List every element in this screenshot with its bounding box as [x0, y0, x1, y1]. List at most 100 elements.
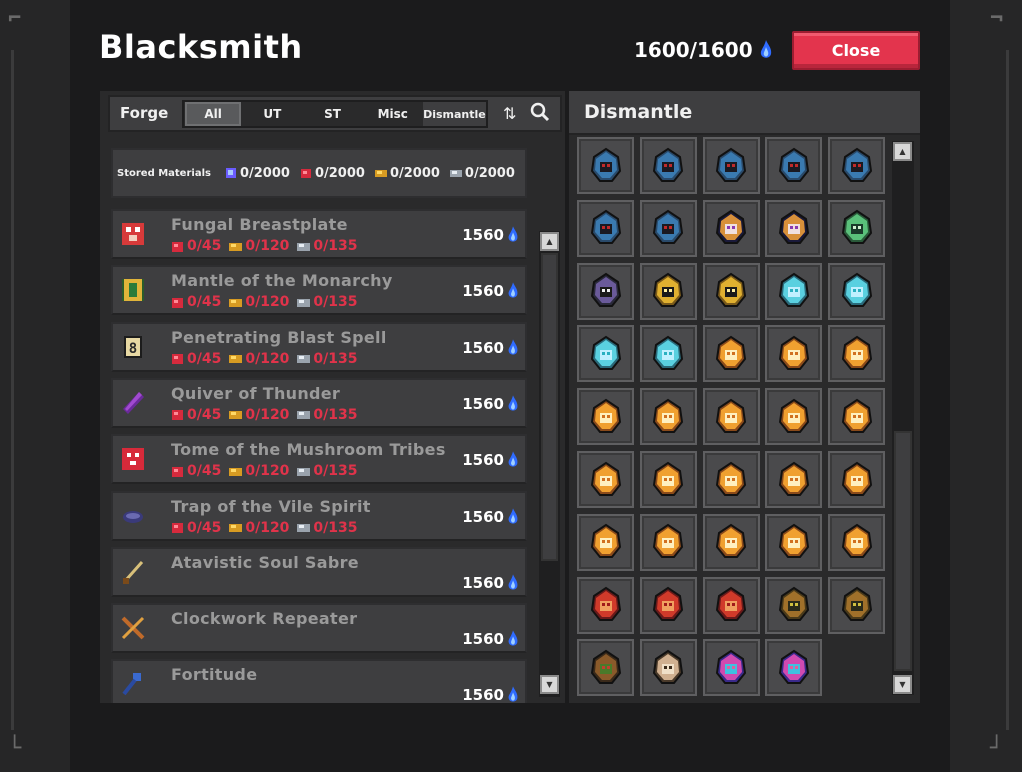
recipe-row[interactable]: Fungal Breastplate 0/45 0/120 0/135 1560 [111, 209, 527, 259]
recipe-row[interactable]: Mantle of the Monarchy 0/45 0/120 0/135 1560 [111, 265, 527, 316]
cyan-cross-icon [653, 335, 684, 370]
red-ore-icon [300, 169, 311, 178]
dismantle-slot[interactable] [702, 262, 760, 320]
scroll-up-button[interactable]: ▲ [540, 232, 559, 251]
scroll-thumb[interactable] [541, 253, 558, 561]
recipe-row[interactable]: Clockwork Repeater 1560 [111, 603, 527, 654]
orange-egg-icon [841, 461, 872, 496]
dismantle-slot[interactable] [577, 262, 634, 320]
requirement-value: 0/135 [313, 294, 358, 311]
recipe-row[interactable]: Trap of the Vile Spirit 0/45 0/120 0/135 156… [111, 490, 527, 541]
dismantle-slot[interactable] [765, 388, 823, 446]
dismantle-slot[interactable] [828, 388, 886, 446]
dismantle-slot[interactable] [639, 262, 697, 320]
dismantle-slot[interactable] [577, 137, 634, 194]
dismantle-slot[interactable] [702, 639, 760, 697]
rainbow-egg-icon [716, 649, 747, 684]
corner-ornament: ┘ [990, 736, 1004, 761]
gold-ore-icon [229, 298, 243, 307]
gold-ore-icon [229, 242, 243, 251]
tab-ut[interactable]: UT [242, 102, 302, 126]
dismantle-slot[interactable] [828, 576, 886, 634]
dark-hood-icon [716, 147, 747, 182]
dismantle-slot[interactable] [639, 451, 697, 508]
dismantle-slot[interactable] [828, 451, 886, 508]
essence-value: 1600/1600 [634, 38, 753, 62]
dismantle-slot[interactable] [639, 388, 697, 446]
dismantle-slot[interactable] [577, 576, 634, 634]
dismantle-slot[interactable] [639, 199, 697, 257]
recipe-cost: 1560 [462, 685, 519, 703]
dismantle-slot[interactable] [765, 262, 823, 320]
dismantle-slot[interactable] [702, 513, 760, 571]
dismantle-slot[interactable] [828, 262, 886, 320]
dismantle-slot[interactable] [639, 513, 697, 571]
dismantle-slot[interactable] [577, 639, 634, 697]
dismantle-slot[interactable] [765, 513, 823, 571]
essence-counter: 1600/1600 [634, 38, 773, 62]
recipe-row[interactable]: Fortitude 1560 [111, 659, 527, 703]
recipe-row[interactable]: Quiver of Thunder 0/45 0/120 0/135 1560 [111, 377, 527, 428]
tab-misc[interactable]: Misc [363, 102, 423, 126]
dismantle-slot[interactable] [765, 199, 823, 257]
dismantle-slot[interactable] [577, 325, 634, 383]
stored-materials-label: Stored Materials [117, 167, 211, 179]
dismantle-slot[interactable] [577, 388, 634, 446]
dismantle-slot[interactable] [639, 137, 697, 194]
dismantle-slot[interactable] [702, 451, 760, 508]
requirement: 0/135 [297, 407, 358, 423]
dismantle-slot[interactable] [828, 137, 886, 194]
scroll-down-button[interactable]: ▼ [540, 675, 559, 694]
dismantle-slot[interactable] [828, 199, 886, 257]
sort-icon[interactable]: ⇅ [503, 104, 516, 123]
recipe-cost: 1560 [462, 225, 519, 245]
dismantle-scroll-up-button[interactable]: ▲ [893, 142, 912, 161]
tab-all[interactable]: All [185, 102, 242, 126]
red-egg-icon [716, 586, 747, 622]
dismantle-slot[interactable] [577, 199, 634, 257]
requirement-value: 0/120 [245, 350, 290, 367]
requirement: 0/45 [171, 238, 221, 254]
requirement: 0/120 [229, 520, 289, 536]
dismantle-scroll-thumb[interactable] [894, 431, 912, 671]
dismantle-slot[interactable] [765, 639, 823, 697]
material-gold: 0/2000 [374, 166, 440, 181]
dark-hood-icon [653, 147, 684, 182]
dismantle-slot[interactable] [639, 639, 697, 697]
mushroom-tome-icon [122, 448, 144, 471]
material-red: 0/2000 [299, 166, 365, 181]
dismantle-slot[interactable] [639, 325, 697, 383]
dismantle-slot[interactable] [577, 513, 634, 571]
dismantle-scroll-down-button[interactable]: ▼ [893, 675, 912, 694]
dismantle-slot[interactable] [702, 325, 760, 383]
dismantle-slot[interactable] [639, 576, 697, 634]
red-ore-icon [172, 466, 183, 477]
search-icon[interactable] [530, 102, 550, 122]
recipe-cost: 1560 [462, 629, 519, 649]
tab-st[interactable]: ST [302, 102, 362, 126]
close-button[interactable]: Close [792, 31, 920, 70]
dismantle-slot[interactable] [828, 325, 886, 383]
green-skull-icon [841, 210, 872, 245]
dismantle-slot[interactable] [765, 451, 823, 508]
dismantle-slot[interactable] [702, 576, 760, 634]
dismantle-slot[interactable] [702, 388, 760, 446]
requirement-value: 0/120 [245, 463, 290, 480]
dismantle-slot[interactable] [828, 513, 886, 571]
tab-dismantle[interactable]: Dismantle [422, 102, 486, 126]
dismantle-slot[interactable] [765, 137, 823, 194]
recipe-row[interactable]: Atavistic Soul Sabre 1560 [111, 546, 527, 597]
dismantle-slot[interactable] [702, 137, 760, 194]
dark-hood-icon [778, 147, 809, 182]
dismantle-slot[interactable] [765, 325, 823, 383]
orange-egg-icon [653, 398, 684, 433]
recipe-row[interactable]: Tome of the Mushroom Tribes 0/45 0/120 0/13… [111, 434, 527, 485]
silver-ore-icon [297, 467, 311, 476]
recipe-name: Atavistic Soul Sabre [171, 552, 359, 572]
dismantle-slot[interactable] [702, 199, 760, 257]
dismantle-slot[interactable] [765, 576, 823, 634]
recipe-row[interactable]: 8 Penetrating Blast Spell 0/45 0/120 0/135 15… [111, 321, 527, 372]
recipe-name: Clockwork Repeater [171, 609, 358, 629]
recipe-name: Fortitude [171, 665, 258, 685]
dismantle-slot[interactable] [577, 451, 634, 508]
